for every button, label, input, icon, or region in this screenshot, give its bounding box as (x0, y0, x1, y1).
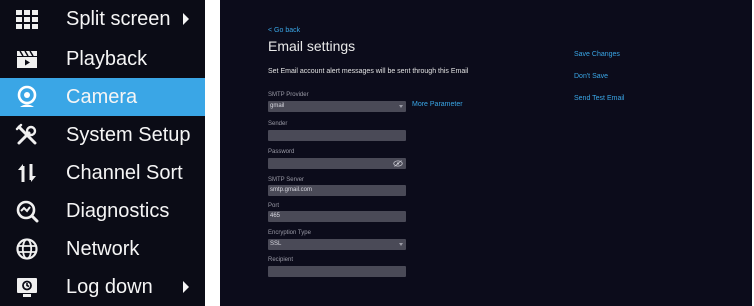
clapperboard-icon (14, 46, 40, 72)
menu-item-label: Network (66, 238, 140, 260)
grid-icon (14, 6, 40, 32)
smtp-provider-label: SMTP Provider (268, 92, 309, 98)
menu-item-label: Diagnostics (66, 200, 170, 222)
menu-item-label: System Setup (66, 124, 191, 146)
menu-item-label: Log down (66, 276, 153, 298)
diagnostics-icon (14, 198, 40, 224)
password-input[interactable] (268, 158, 406, 169)
send-test-email-button[interactable]: Send Test Email (574, 95, 624, 102)
encryption-type-label: Encryption Type (268, 230, 311, 236)
smtp-server-label: SMTP Server (268, 177, 304, 183)
port-label: Port (268, 203, 280, 209)
menu-item-label: Split screen (66, 8, 171, 30)
webcam-icon (14, 84, 40, 110)
save-changes-button[interactable]: Save Changes (574, 51, 620, 58)
encryption-type-value: SSL (270, 241, 282, 247)
email-settings-panel: < Go back Email settings Set Email accou… (220, 0, 752, 306)
smtp-provider-select[interactable]: gmail (268, 101, 406, 112)
dont-save-button[interactable]: Don't Save (574, 73, 608, 80)
recipient-label: Recipient (268, 257, 294, 263)
menu-item-label: Camera (66, 86, 138, 108)
menu-item-channel-sort[interactable]: Channel Sort (0, 154, 205, 192)
menu-item-label: Channel Sort (66, 162, 183, 184)
tools-icon (14, 122, 40, 148)
recipient-input[interactable] (268, 266, 406, 277)
password-label: Password (268, 149, 295, 155)
menu-item-camera[interactable]: Camera (0, 78, 205, 116)
go-back-link[interactable]: < Go back (268, 27, 300, 34)
submenu-arrow-icon (183, 13, 189, 25)
smtp-server-value: smtp.gmail.com (270, 187, 313, 193)
eye-slash-icon[interactable] (393, 160, 403, 167)
menu-item-log-down[interactable]: Log down (0, 268, 205, 306)
sender-label: Sender (268, 121, 288, 127)
page-title: Email settings (268, 38, 356, 54)
page-subtitle: Set Email account alert messages will be… (268, 68, 469, 75)
more-parameter-link[interactable]: More Parameter (412, 101, 463, 108)
smtp-provider-value: gmail (270, 103, 285, 109)
menu-item-diagnostics[interactable]: Diagnostics (0, 192, 205, 230)
chevron-down-icon (399, 243, 403, 246)
main-menu: Split screen Playback Camera System Setu… (0, 0, 205, 306)
encryption-type-select[interactable]: SSL (268, 239, 406, 250)
port-value: 465 (270, 213, 281, 219)
menu-item-playback[interactable]: Playback (0, 40, 205, 78)
screenshot-stage: Split screen Playback Camera System Setu… (0, 0, 754, 306)
menu-item-network[interactable]: Network (0, 230, 205, 268)
port-input[interactable]: 465 (268, 211, 406, 222)
menu-item-system-setup[interactable]: System Setup (0, 116, 205, 154)
smtp-server-input[interactable]: smtp.gmail.com (268, 185, 406, 196)
log-monitor-icon (14, 274, 40, 300)
globe-icon (14, 236, 40, 262)
menu-item-label: Playback (66, 48, 148, 70)
sort-arrows-icon (14, 160, 40, 186)
menu-item-split-screen[interactable]: Split screen (0, 0, 205, 38)
submenu-arrow-icon (183, 281, 189, 293)
sender-input[interactable] (268, 130, 406, 141)
chevron-down-icon (399, 105, 403, 108)
